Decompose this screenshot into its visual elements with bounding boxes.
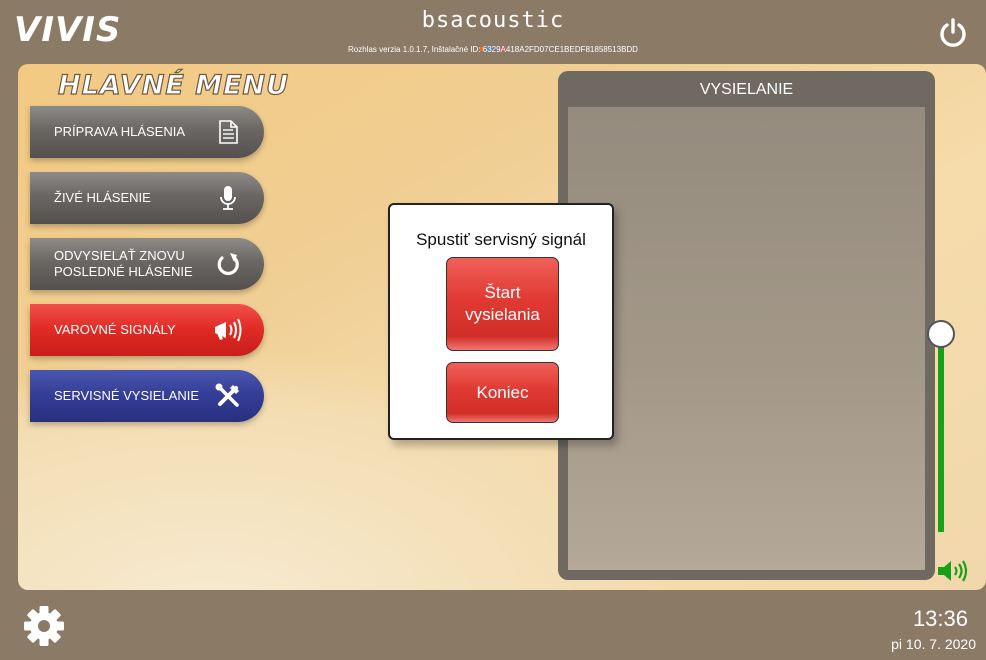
- version-info: Rozhlas verzia 1.0.1.7, Inštalačné ID: 6…: [348, 45, 638, 54]
- megaphone-icon: [215, 318, 242, 342]
- broadcast-panel-title: VYSIELANIE: [699, 81, 794, 98]
- dialog-title: Spustiť servisný signál: [416, 230, 586, 249]
- speaker-icon[interactable]: [936, 558, 970, 584]
- start-broadcast-button[interactable]: Štart vysielania: [446, 257, 559, 351]
- microphone-icon: [220, 186, 236, 210]
- end-button[interactable]: Koniec: [446, 362, 559, 423]
- menu-button-label: ODVYSIELAŤ ZNOVU POSLEDNÉ HLÁSENIE: [54, 248, 193, 279]
- document-icon: [219, 120, 238, 144]
- menu-button-label: VAROVNÉ SIGNÁLY: [54, 322, 176, 337]
- menu-button-label: PRÍPRAVA HLÁSENIA: [54, 124, 186, 139]
- power-icon[interactable]: [938, 18, 968, 48]
- volume-slider-handle[interactable]: [927, 320, 955, 348]
- broadcast-list[interactable]: [568, 107, 925, 570]
- top-bar: VIVIS bsacoustic Rozhlas verzia 1.0.1.7,…: [0, 0, 986, 66]
- tools-icon: [215, 383, 239, 407]
- menu-button-prepare-announcement[interactable]: PRÍPRAVA HLÁSENIA: [30, 106, 264, 158]
- clock-time: 13:36: [912, 606, 968, 631]
- bsacoustic-logo-dots: [480, 38, 510, 51]
- menu-button-label: ŽIVÉ HLÁSENIE: [54, 190, 151, 205]
- menu-button-label: SERVISNÉ VYSIELANIE: [54, 388, 199, 403]
- replay-icon: [217, 253, 239, 276]
- broadcast-panel: VYSIELANIE: [558, 71, 935, 580]
- main-menu-title: HLAVNÉ MENU: [57, 69, 290, 101]
- menu-button-live-announcement[interactable]: ŽIVÉ HLÁSENIE: [30, 172, 264, 224]
- menu-button-service-broadcast[interactable]: SERVISNÉ VYSIELANIE: [30, 370, 264, 422]
- menu-button-replay-last[interactable]: ODVYSIELAŤ ZNOVU POSLEDNÉ HLÁSENIE: [30, 238, 264, 290]
- clock-date: pi 10. 7. 2020: [891, 636, 976, 652]
- bsacoustic-logo: bsacoustic: [421, 8, 565, 33]
- gear-icon[interactable]: [22, 604, 66, 648]
- service-signal-dialog: Spustiť servisný signál Štart vysielania…: [388, 203, 614, 440]
- menu-button-warning-signals[interactable]: VAROVNÉ SIGNÁLY: [30, 304, 264, 356]
- volume-slider-track[interactable]: [938, 332, 944, 532]
